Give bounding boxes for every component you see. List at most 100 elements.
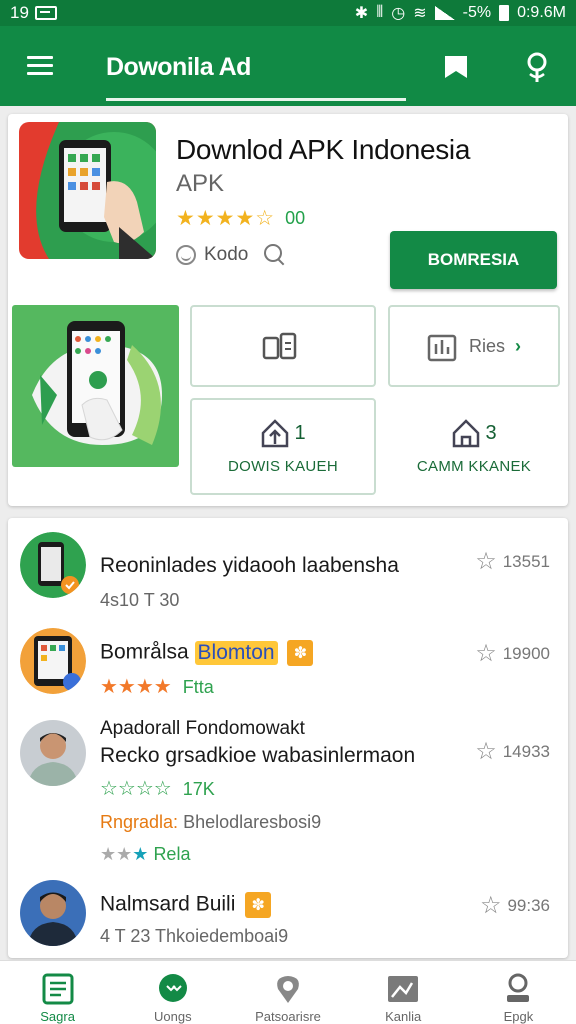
menu-icon[interactable]: [27, 56, 53, 76]
developer-row: Kodo: [176, 244, 286, 266]
nav-label: Kanlia: [385, 1009, 422, 1024]
tile-downloads[interactable]: 1 DOWIS KAUEH: [190, 398, 376, 495]
install-button[interactable]: BOMRESIA: [390, 231, 557, 289]
list-item-stat-value: 13551: [502, 552, 550, 571]
tile-downloads-label: DOWIS KAUEH: [228, 458, 338, 475]
battery-percent: -5%: [462, 4, 492, 21]
list-item-stat-value: 19900: [502, 644, 550, 663]
signal-icon: [434, 6, 455, 20]
list-item-stat: ☆ 19900: [475, 642, 550, 666]
rating-star-active: ★: [132, 844, 149, 864]
list-item-title: Reoninlades yidaooh laabensha: [100, 554, 399, 577]
list-item-tag: Ftta: [182, 677, 214, 697]
rating-stars: ☆☆☆☆: [100, 778, 172, 800]
avatar: [20, 720, 86, 786]
list-item-title: Recko grsadkioe wabasinlermaon: [100, 744, 416, 767]
app-icon[interactable]: [19, 122, 156, 259]
list-doc-icon: [42, 973, 74, 1005]
award-icon: ✽: [245, 892, 272, 918]
map-pin-icon: [277, 976, 299, 1003]
list-item[interactable]: Nalmsard Buili ✽ 4 T 23 Thkoiedemboai9 ☆…: [8, 880, 568, 950]
wifi-icon: ≋: [413, 5, 427, 22]
home-icon: [453, 419, 480, 448]
highlight-badge: Blomton: [194, 640, 278, 665]
highlight-badge-text: Blomton: [197, 640, 275, 664]
location-pin-icon[interactable]: [524, 52, 550, 84]
list-item-subtitle: ★★★ Rela: [100, 844, 190, 865]
list-item-tag-value: Bhelodlaresbosi9: [183, 812, 322, 832]
nav-label: Patsoarisre: [255, 1009, 321, 1024]
status-bar: 19 ✱ ⦀ ◷ ≋ -5% 0:9.6M: [0, 0, 576, 26]
status-time-left: 19: [10, 3, 29, 22]
list-item-title: Bområlsa Blomton ✽: [100, 640, 314, 666]
list-item-stat-value: 14933: [502, 742, 550, 761]
list-item[interactable]: Apadorall Fondomowakt Recko grsadkioe wa…: [8, 718, 568, 870]
nav-item-home[interactable]: Sagra: [0, 961, 115, 1024]
list-item-stat: ☆ 99:36: [480, 894, 550, 918]
smile-icon: [176, 245, 196, 265]
star-outline-icon[interactable]: ☆: [475, 550, 497, 574]
home-upload-icon: [262, 419, 289, 448]
info-tile-icon: [262, 332, 297, 360]
tile-category-label: CAMM KKANEK: [416, 458, 532, 475]
chat-bubble-icon: [158, 974, 187, 1002]
list-item-title: Nalmsard Buili ✽: [100, 892, 272, 918]
app-screenshot[interactable]: [12, 305, 179, 467]
bottom-navigation: Sagra Uongs Patsoarisre Kanlia Epgk: [0, 960, 576, 1024]
nav-item-profile[interactable]: Epgk: [461, 961, 576, 1024]
app-subtitle: APK: [176, 170, 225, 197]
app-bar: Dowonila Ad: [0, 26, 576, 106]
list-item[interactable]: Bområlsa Blomton ✽ ★★★★ Ftta ☆ 19900: [8, 628, 568, 708]
message-icon: [34, 6, 57, 20]
app-name: Downlod APK Indonesia: [176, 134, 471, 165]
list-item-stat-value: 99:36: [507, 896, 550, 915]
list-item-heading: Apadorall Fondomowakt: [100, 718, 305, 739]
profile-icon: [507, 973, 530, 1002]
list-item-title-text: Bområlsa: [100, 640, 189, 664]
avatar: [20, 880, 86, 946]
bookmark-icon[interactable]: [443, 55, 469, 79]
list-item-rating: ★★★★ Ftta: [100, 674, 214, 699]
star-outline-icon[interactable]: ☆: [475, 740, 497, 764]
chart-tile-icon: [427, 334, 457, 362]
page-title: Dowonila Ad: [106, 53, 251, 81]
gallery-icon: [388, 976, 419, 1002]
tile-app-info[interactable]: [190, 305, 376, 387]
avatar: [20, 532, 86, 598]
list-item-count: 17K: [182, 779, 215, 799]
status-time-right: 0:9.6M: [517, 4, 566, 21]
title-underline: [106, 98, 406, 101]
list-item-subtitle: 4s10 T 30: [100, 590, 180, 610]
rating-stars: ★★: [100, 844, 133, 864]
nav-label: Uongs: [154, 1009, 192, 1024]
tile-downloads-value: 1: [294, 421, 306, 444]
star-outline-icon[interactable]: ☆: [480, 894, 502, 918]
nav-item-updates[interactable]: Uongs: [115, 961, 230, 1024]
chevron-right-icon: ›: [515, 335, 521, 356]
tile-reviews[interactable]: Ries ›: [388, 305, 560, 387]
vibrate-icon: ⦀: [376, 4, 384, 21]
rating-row: ★★★★☆ 00: [176, 206, 305, 231]
battery-icon: [499, 5, 510, 21]
rating-stars: ★★★★☆: [176, 207, 276, 230]
featured-app-card: Downlod APK Indonesia APK ★★★★☆ 00 Kodo …: [8, 114, 568, 506]
list-item-subtitle: 4 T 23 Thkoiedemboai9: [100, 926, 289, 946]
star-outline-icon[interactable]: ☆: [475, 642, 497, 666]
tile-category[interactable]: 3 CAMM KKANEK: [388, 398, 560, 495]
rating-count: 00: [285, 208, 306, 228]
nav-item-location[interactable]: Patsoarisre: [230, 961, 345, 1024]
list-item[interactable]: Reoninlades yidaooh laabensha 4s10 T 30 …: [8, 532, 568, 622]
list-item-stat: ☆ 14933: [475, 740, 550, 764]
avatar: [20, 628, 86, 694]
list-item-title-text: Nalmsard Buili: [100, 892, 236, 916]
nav-label: Sagra: [40, 1009, 75, 1024]
alarm-icon: ◷: [391, 5, 406, 22]
list-item-tag-label: Rngradla:: [100, 812, 179, 832]
bluetooth-icon: ✱: [354, 5, 369, 22]
list-item-subtitle-text: Rela: [153, 844, 191, 864]
search-icon[interactable]: [264, 244, 286, 266]
nav-item-gallery[interactable]: Kanlia: [346, 961, 461, 1024]
developer-name[interactable]: Kodo: [204, 244, 248, 266]
app-list: Reoninlades yidaooh laabensha 4s10 T 30 …: [8, 518, 568, 958]
list-item-rating: ☆☆☆☆ 17K: [100, 776, 215, 801]
